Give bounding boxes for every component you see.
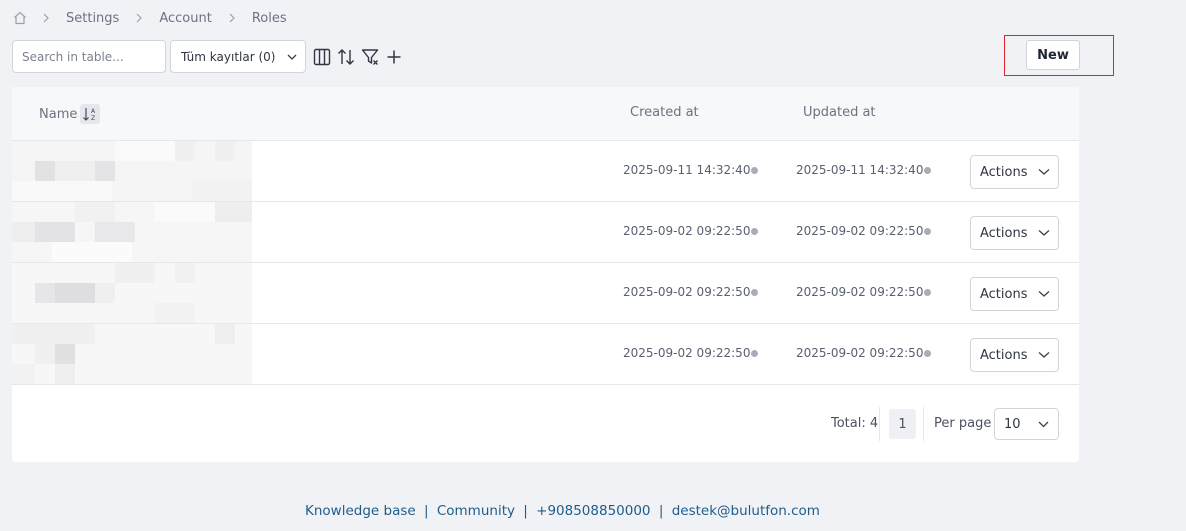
actions-dropdown[interactable]: Actions xyxy=(970,338,1059,372)
redacted-name xyxy=(12,263,252,323)
info-dot-icon[interactable] xyxy=(751,227,759,235)
chevron-down-icon xyxy=(1038,290,1050,298)
roles-table: Name AZ Created at Updated at 2025-09-11… xyxy=(12,87,1079,462)
created-at-cell: 2025-09-02 09:22:50 xyxy=(623,285,759,299)
divider xyxy=(879,407,880,441)
column-header-updated[interactable]: Updated at xyxy=(803,105,876,120)
actions-dropdown[interactable]: Actions xyxy=(970,277,1059,311)
info-dot-icon[interactable] xyxy=(924,288,932,296)
record-filter-value: Tüm kayıtlar (0) xyxy=(181,49,276,64)
info-dot-icon[interactable] xyxy=(751,288,759,296)
actions-label: Actions xyxy=(980,225,1028,241)
community-link[interactable]: Community xyxy=(437,503,515,519)
chevron-right-icon xyxy=(228,13,236,23)
updated-at-cell: 2025-09-02 09:22:50 xyxy=(796,346,932,360)
footer-separator: | xyxy=(658,503,664,519)
divider xyxy=(923,407,924,441)
chevron-down-icon xyxy=(1038,351,1050,359)
redacted-name xyxy=(12,202,252,262)
per-page-value: 10 xyxy=(1004,416,1021,432)
actions-label: Actions xyxy=(980,347,1028,363)
updated-at-value: 2025-09-11 14:32:40 xyxy=(796,163,924,177)
chevron-down-icon xyxy=(1038,229,1050,237)
breadcrumb: Settings Account Roles xyxy=(12,9,303,27)
info-dot-icon[interactable] xyxy=(924,349,932,357)
created-at-cell: 2025-09-02 09:22:50 xyxy=(623,346,759,360)
actions-dropdown[interactable]: Actions xyxy=(970,216,1059,250)
chevron-down-icon xyxy=(1038,168,1050,176)
knowledge-base-link[interactable]: Knowledge base xyxy=(305,503,416,519)
breadcrumb-settings[interactable]: Settings xyxy=(66,11,119,26)
created-at-value: 2025-09-02 09:22:50 xyxy=(623,346,751,360)
plus-icon[interactable] xyxy=(384,47,404,67)
updated-at-cell: 2025-09-02 09:22:50 xyxy=(796,224,932,238)
per-page-label: Per page xyxy=(934,416,992,431)
breadcrumb-roles: Roles xyxy=(251,10,287,26)
footer-separator: | xyxy=(423,503,429,519)
updated-at-cell: 2025-09-02 09:22:50 xyxy=(796,285,932,299)
sort-icon[interactable] xyxy=(336,47,356,67)
redacted-name xyxy=(12,141,252,201)
svg-text:Z: Z xyxy=(91,115,95,122)
page-button[interactable]: 1 xyxy=(889,409,916,439)
created-at-value: 2025-09-02 09:22:50 xyxy=(623,224,751,238)
updated-at-cell: 2025-09-11 14:32:40 xyxy=(796,163,932,177)
created-at-cell: 2025-09-02 09:22:50 xyxy=(623,224,759,238)
chevron-down-icon xyxy=(1038,417,1049,432)
chevron-down-icon xyxy=(287,50,297,64)
total-count: Total: 4 xyxy=(831,416,879,431)
table-row: 2025-09-02 09:22:50 2025-09-02 09:22:50 … xyxy=(12,263,1079,324)
actions-label: Actions xyxy=(980,286,1028,302)
actions-label: Actions xyxy=(980,164,1028,180)
new-button[interactable]: New xyxy=(1026,40,1080,70)
actions-dropdown[interactable]: Actions xyxy=(970,155,1059,189)
redacted-name xyxy=(12,324,252,384)
table-row: 2025-09-11 14:32:40 2025-09-11 14:32:40 … xyxy=(12,141,1079,202)
table-row: 2025-09-02 09:22:50 2025-09-02 09:22:50 … xyxy=(12,202,1079,263)
svg-text:A: A xyxy=(91,108,96,115)
email-link[interactable]: destek@bulutfon.com xyxy=(672,503,820,519)
info-dot-icon[interactable] xyxy=(924,227,932,235)
per-page-select[interactable]: 10 xyxy=(994,408,1059,440)
info-dot-icon[interactable] xyxy=(924,166,932,174)
created-at-value: 2025-09-11 14:32:40 xyxy=(623,163,751,177)
new-button-highlight: New xyxy=(1004,35,1114,76)
chevron-right-icon xyxy=(135,13,143,23)
updated-at-value: 2025-09-02 09:22:50 xyxy=(796,224,924,238)
search-input[interactable] xyxy=(12,40,166,73)
columns-icon[interactable] xyxy=(312,47,332,67)
updated-at-value: 2025-09-02 09:22:50 xyxy=(796,285,924,299)
info-dot-icon[interactable] xyxy=(751,166,759,174)
pagination: Total: 4 1 Per page 10 xyxy=(12,407,1079,443)
phone-link[interactable]: +908508850000 xyxy=(536,503,650,519)
table-toolbar: Tüm kayıtlar (0) xyxy=(12,40,404,73)
info-dot-icon[interactable] xyxy=(751,349,759,357)
column-name-label: Name xyxy=(39,106,78,122)
record-filter-select[interactable]: Tüm kayıtlar (0) xyxy=(170,40,306,73)
table-row: 2025-09-02 09:22:50 2025-09-02 09:22:50 … xyxy=(12,324,1079,385)
chevron-right-icon xyxy=(42,13,50,23)
filter-icon[interactable] xyxy=(360,47,380,67)
sort-az-icon[interactable]: AZ xyxy=(80,104,101,124)
home-icon[interactable] xyxy=(12,10,28,26)
updated-at-value: 2025-09-02 09:22:50 xyxy=(796,346,924,360)
breadcrumb-account[interactable]: Account xyxy=(159,11,212,26)
footer-separator: | xyxy=(523,503,528,519)
created-at-cell: 2025-09-11 14:32:40 xyxy=(623,163,759,177)
column-header-name[interactable]: Name AZ xyxy=(39,104,101,124)
column-header-created[interactable]: Created at xyxy=(630,105,699,120)
table-header: Name AZ Created at Updated at xyxy=(12,87,1079,141)
footer-links: Knowledge base | Community | +9085088500… xyxy=(305,503,820,519)
created-at-value: 2025-09-02 09:22:50 xyxy=(623,285,751,299)
